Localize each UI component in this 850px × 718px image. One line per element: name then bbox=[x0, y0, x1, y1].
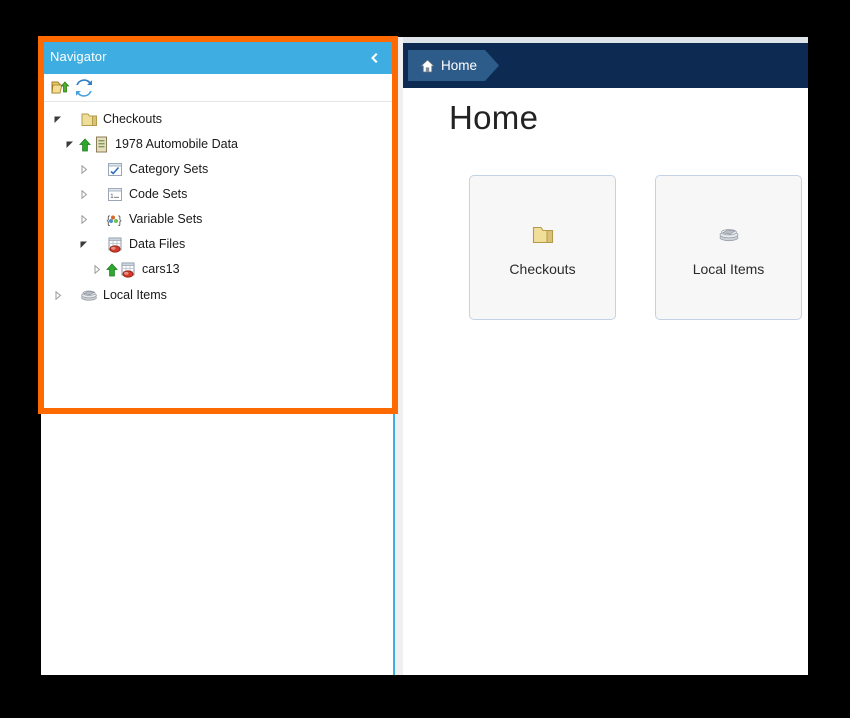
expander-collapsed-icon[interactable] bbox=[50, 288, 66, 304]
expander-collapsed-icon[interactable] bbox=[76, 187, 92, 203]
data-files-icon bbox=[106, 236, 124, 254]
refresh-icon[interactable] bbox=[74, 78, 94, 98]
tree-item-label: Data Files bbox=[129, 237, 186, 252]
expander-expanded-icon[interactable] bbox=[50, 112, 66, 128]
tree-item-category-sets[interactable]: Category Sets bbox=[41, 157, 393, 182]
tree-item-cars13[interactable]: cars13 bbox=[41, 257, 393, 282]
expander-expanded-icon[interactable] bbox=[76, 237, 92, 253]
card-checkouts[interactable]: Checkouts bbox=[469, 175, 616, 320]
open-folder-up-icon[interactable] bbox=[50, 78, 70, 98]
local-items-icon bbox=[713, 219, 745, 251]
tree-item-label: cars13 bbox=[142, 262, 180, 277]
tree-item-local-items[interactable]: Local Items bbox=[41, 283, 393, 308]
folder-icon bbox=[80, 111, 98, 129]
expander-collapsed-icon[interactable] bbox=[89, 262, 105, 278]
tree-item-data-files[interactable]: Data Files bbox=[41, 232, 393, 257]
splitter-line bbox=[393, 37, 395, 675]
tree-item-label: Checkouts bbox=[103, 112, 163, 127]
card-local-items[interactable]: Local Items bbox=[655, 175, 802, 320]
folder-icon bbox=[527, 219, 559, 251]
checked-out-up-arrow-icon bbox=[105, 262, 119, 278]
navigator-header: Navigator bbox=[41, 42, 393, 74]
navigator-panel: Navigator Checkouts 1978 Automobile Data… bbox=[41, 37, 393, 675]
application-window: Navigator Checkouts 1978 Automobile Data… bbox=[41, 37, 808, 675]
tree-item-checkouts[interactable]: Checkouts bbox=[41, 107, 393, 132]
tree-item-label: Code Sets bbox=[129, 187, 188, 202]
navigator-title: Navigator bbox=[50, 49, 107, 64]
local-items-icon bbox=[80, 287, 98, 305]
card-label: Local Items bbox=[692, 260, 765, 277]
code-sets-icon: 1 bbox=[106, 186, 124, 204]
chevron-left-double-icon[interactable] bbox=[361, 46, 385, 70]
tree-item-code-sets[interactable]: 1 Code Sets bbox=[41, 182, 393, 207]
category-sets-icon bbox=[106, 161, 124, 179]
navigator-tree: Checkouts 1978 Automobile Data Category … bbox=[41, 107, 393, 308]
data-file-icon bbox=[119, 261, 137, 279]
content-area: Home Home Checkouts Local Items bbox=[403, 37, 808, 675]
home-icon bbox=[420, 59, 435, 73]
svg-text:}: } bbox=[118, 215, 122, 227]
tree-item-variable-sets[interactable]: { } Variable Sets bbox=[41, 207, 393, 232]
expander-collapsed-icon[interactable] bbox=[76, 162, 92, 178]
expander-collapsed-icon[interactable] bbox=[76, 212, 92, 228]
tree-item-1978-automobile-data[interactable]: 1978 Automobile Data bbox=[41, 132, 393, 157]
tree-item-label: 1978 Automobile Data bbox=[115, 137, 239, 152]
page-title: Home bbox=[449, 99, 539, 136]
home-card-grid: Checkouts Local Items bbox=[469, 175, 802, 320]
variable-sets-icon: { } bbox=[106, 211, 124, 229]
card-label: Checkouts bbox=[509, 260, 576, 277]
breadcrumb-item-label: Home bbox=[441, 58, 478, 73]
tree-item-label: Variable Sets bbox=[129, 212, 203, 227]
project-document-icon bbox=[92, 136, 110, 154]
panel-splitter[interactable] bbox=[393, 37, 403, 675]
checked-out-up-arrow-icon bbox=[78, 137, 92, 153]
tree-item-label: Category Sets bbox=[129, 162, 209, 177]
tree-item-label: Local Items bbox=[103, 288, 167, 303]
navigator-toolbar bbox=[41, 74, 393, 102]
breadcrumb-item-home[interactable]: Home bbox=[408, 50, 499, 81]
breadcrumb: Home bbox=[403, 43, 808, 88]
expander-expanded-icon[interactable] bbox=[62, 137, 78, 153]
